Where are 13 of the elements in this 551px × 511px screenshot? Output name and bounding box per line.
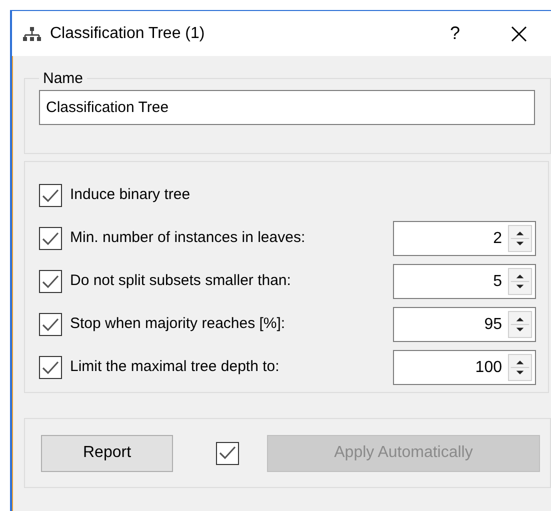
help-button[interactable]: ? bbox=[445, 20, 465, 47]
option-label: Limit the maximal tree depth to: bbox=[70, 357, 280, 378]
report-button[interactable]: Report bbox=[41, 434, 173, 472]
spin-box[interactable]: 100 bbox=[393, 350, 536, 385]
spin-box[interactable]: 2 bbox=[393, 221, 536, 256]
window-title: Classification Tree (1) bbox=[50, 24, 205, 44]
name-field[interactable]: Classification Tree bbox=[39, 90, 535, 124]
option-label: Min. number of instances in leaves: bbox=[70, 228, 306, 248]
option-label: Do not split subsets smaller than: bbox=[70, 271, 291, 292]
option-label: Induce binary tree bbox=[70, 185, 190, 206]
spin-box[interactable]: 5 bbox=[393, 264, 536, 299]
spin-box[interactable]: 95 bbox=[393, 307, 536, 342]
option-label: Stop when majority reaches [%]: bbox=[70, 314, 286, 334]
